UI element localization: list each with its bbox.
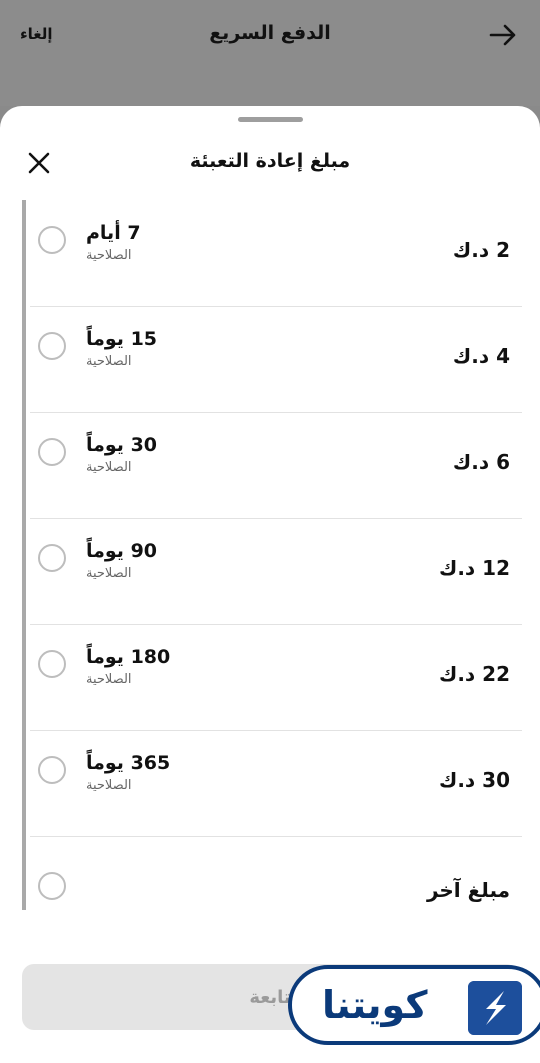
validity-period: 15 يوماً [86, 328, 158, 350]
radio-button[interactable] [38, 332, 66, 360]
validity-label: الصلاحية [86, 354, 132, 369]
drag-handle[interactable] [238, 117, 303, 122]
validity-period: 7 أيام [86, 222, 141, 244]
amount-option-row[interactable]: 180 يوماً الصلاحية 22 د.ك [30, 624, 522, 731]
arrow-right-icon[interactable] [488, 20, 518, 50]
validity-label: الصلاحية [86, 566, 132, 581]
validity-label: الصلاحية [86, 460, 132, 475]
radio-button[interactable] [38, 544, 66, 572]
option-price: 30 د.ك [439, 768, 510, 792]
bottom-sheet: مبلغ إعادة التعبئة 7 أيام الصلاحية 2 د.ك… [0, 106, 540, 1063]
option-price: 12 د.ك [439, 556, 510, 580]
validity-block: 90 يوماً الصلاحية [86, 540, 157, 581]
watermark-logo: كويتنا [288, 965, 540, 1045]
lightning-logo-icon [468, 981, 522, 1035]
validity-period: 90 يوماً [86, 540, 158, 562]
validity-block: 30 يوماً الصلاحية [86, 434, 157, 475]
amount-option-row[interactable]: 365 يوماً الصلاحية 30 د.ك [30, 730, 522, 837]
amount-options-list: 7 أيام الصلاحية 2 د.ك 15 يوماً الصلاحية … [22, 200, 522, 910]
option-price: 4 د.ك [452, 344, 510, 368]
validity-block: 7 أيام الصلاحية [86, 222, 141, 263]
radio-button[interactable] [38, 756, 66, 784]
validity-block: 15 يوماً الصلاحية [86, 328, 157, 369]
other-amount-row[interactable]: مبلغ آخر [30, 836, 522, 910]
validity-period: 30 يوماً [86, 434, 158, 456]
page-title: الدفع السريع [209, 22, 331, 44]
option-price: 2 د.ك [452, 238, 510, 262]
validity-block: 365 يوماً الصلاحية [86, 752, 170, 793]
validity-period: 365 يوماً [86, 752, 171, 774]
amount-option-row[interactable]: 30 يوماً الصلاحية 6 د.ك [30, 412, 522, 519]
validity-period: 180 يوماً [86, 646, 171, 668]
continue-label: تابعة [249, 986, 291, 1008]
amount-option-row[interactable]: 7 أيام الصلاحية 2 د.ك [30, 200, 522, 307]
radio-button[interactable] [38, 226, 66, 254]
validity-label: الصلاحية [86, 778, 132, 793]
validity-label: الصلاحية [86, 672, 132, 687]
radio-button[interactable] [38, 650, 66, 678]
watermark-text: كويتنا [322, 983, 428, 1027]
option-price: 22 د.ك [439, 662, 510, 686]
amount-option-row[interactable]: 15 يوماً الصلاحية 4 د.ك [30, 306, 522, 413]
validity-label: الصلاحية [86, 248, 132, 263]
sheet-title: مبلغ إعادة التعبئة [189, 150, 351, 172]
option-price: 6 د.ك [452, 450, 510, 474]
amount-option-row[interactable]: 90 يوماً الصلاحية 12 د.ك [30, 518, 522, 625]
radio-button[interactable] [38, 872, 66, 900]
top-bar: إلغاء الدفع السريع [0, 0, 540, 106]
radio-button[interactable] [38, 438, 66, 466]
validity-block: 180 يوماً الصلاحية [86, 646, 170, 687]
other-amount-label: مبلغ آخر [426, 878, 510, 902]
